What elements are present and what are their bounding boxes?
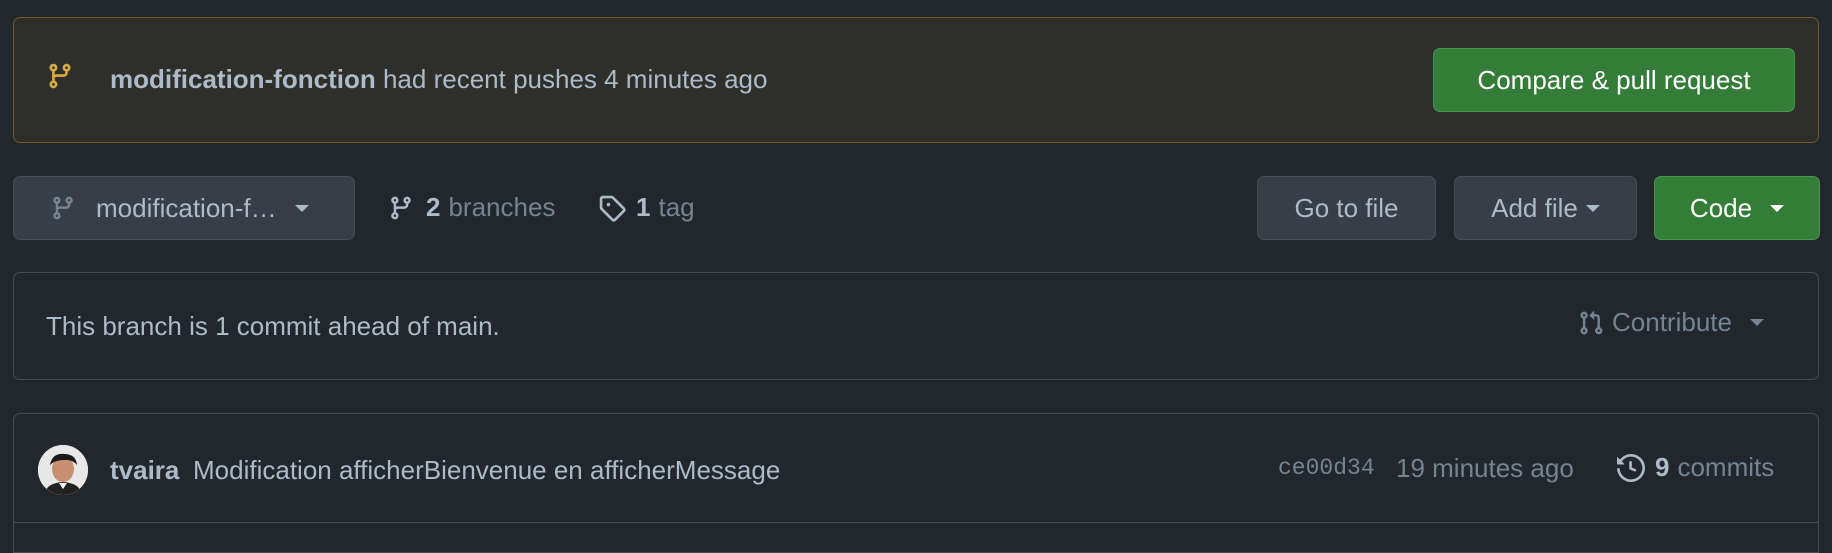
code-button[interactable]: Code (1654, 176, 1820, 240)
commits-count: 9 (1655, 452, 1670, 482)
contribute-label: Contribute (1612, 307, 1732, 337)
divider (14, 522, 1818, 523)
go-to-file-button[interactable]: Go to file (1257, 176, 1436, 240)
git-branch-icon (46, 62, 74, 90)
chevron-down-icon (1770, 204, 1785, 212)
tags-link[interactable]: 1 tag (598, 192, 695, 223)
chevron-down-icon (1749, 319, 1764, 326)
commit-time: 19 minutes ago (1396, 453, 1574, 483)
tag-icon (599, 195, 626, 222)
branch-select-label: modification-f… (96, 192, 277, 223)
commits-history-link[interactable]: 9 commits (1617, 452, 1774, 483)
recent-pushes-text: modification-fonction had recent pushes … (110, 62, 767, 96)
contribute-dropdown[interactable]: Contribute (1578, 307, 1764, 338)
compare-pull-request-button[interactable]: Compare & pull request (1433, 48, 1795, 112)
branch-select-button[interactable]: modification-f… (13, 176, 355, 240)
add-file-label: Add file (1491, 192, 1578, 223)
commit-message-link[interactable]: Modification afficherBienvenue en affich… (193, 453, 780, 487)
chevron-down-icon (294, 204, 309, 212)
tags-label: tag (658, 192, 695, 222)
git-pull-request-icon (1580, 310, 1603, 334)
branch-ahead-message: This branch is 1 commit ahead of main. (46, 311, 500, 341)
banner-message: had recent pushes 4 minutes ago (375, 64, 768, 94)
chevron-down-icon (1585, 204, 1600, 212)
add-file-button[interactable]: Add file (1454, 176, 1637, 240)
tags-count: 1 (636, 192, 651, 222)
git-branch-icon (391, 196, 411, 219)
banner-branch-link[interactable]: modification-fonction (110, 64, 376, 94)
commit-sha-link[interactable]: ce00d34 (1278, 455, 1375, 481)
commit-author-link[interactable]: tvaira (110, 453, 179, 487)
branches-link[interactable]: 2 branches (388, 192, 555, 223)
avatar[interactable] (38, 445, 88, 495)
branches-label: branches (448, 192, 556, 222)
code-label: Code (1689, 192, 1753, 223)
branches-count: 2 (426, 192, 441, 222)
commits-label: commits (1677, 452, 1775, 482)
history-icon (1617, 453, 1645, 482)
git-branch-icon (53, 196, 73, 220)
